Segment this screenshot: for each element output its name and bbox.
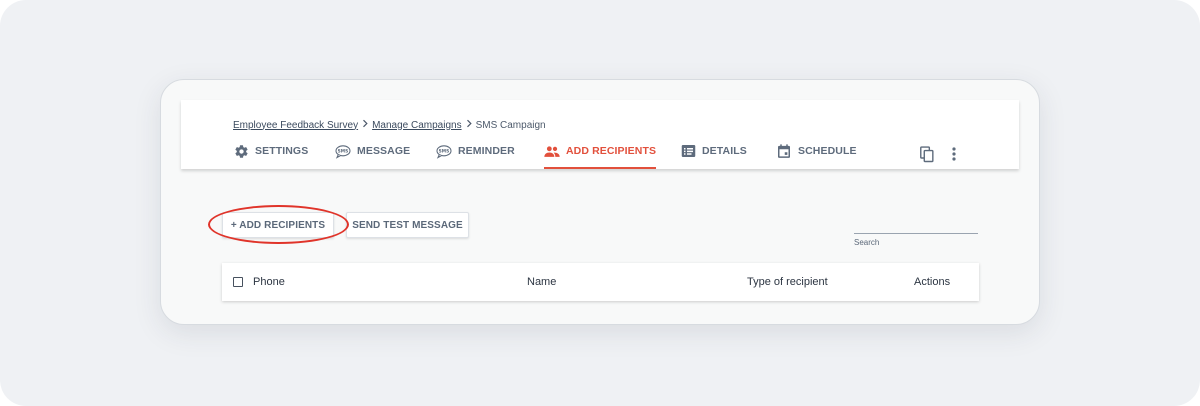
tab-label: SETTINGS [255,145,309,157]
breadcrumb-survey-link[interactable]: Employee Feedback Survey [233,120,358,131]
svg-text:SMS: SMS [338,148,349,154]
column-header-actions: Actions [914,276,951,288]
copy-icon[interactable] [919,145,935,163]
tab-label: SCHEDULE [798,145,857,157]
tab-settings[interactable]: SETTINGS [233,142,308,169]
svg-text:SMS: SMS [439,148,450,154]
sms-bubble-icon: SMS [335,142,351,160]
breadcrumb-campaigns-link[interactable]: Manage Campaigns [372,120,462,131]
chevron-right-icon [462,119,476,131]
calendar-icon [776,142,792,160]
column-header-type[interactable]: Type of recipient [747,263,828,301]
send-test-message-button[interactable]: SEND TEST MESSAGE [346,212,469,238]
tab-details[interactable]: DETAILS [680,142,747,169]
column-header-phone[interactable]: Phone [253,263,285,301]
select-all-checkbox[interactable] [233,277,243,287]
tab-label: REMINDER [458,145,515,157]
search-input[interactable] [854,214,978,234]
more-vertical-icon[interactable] [946,145,962,163]
tab-label: ADD RECIPIENTS [566,145,657,157]
add-recipients-button[interactable]: + ADD RECIPIENTS [222,212,334,238]
gear-icon [233,142,249,160]
list-box-icon [680,142,696,160]
tab-label: MESSAGE [357,145,411,157]
column-header-name[interactable]: Name [527,263,556,301]
tab-schedule[interactable]: SCHEDULE [776,142,857,169]
breadcrumb-current: SMS Campaign [475,119,546,131]
tab-add-recipients[interactable]: ADD RECIPIENTS [544,142,657,169]
tab-label: DETAILS [702,145,747,157]
people-icon [544,142,560,160]
recipients-table-header: Phone Name Type of recipient Actions [222,263,979,301]
tab-reminder[interactable]: SMS REMINDER [436,142,515,169]
tab-message[interactable]: SMS MESSAGE [335,142,410,169]
breadcrumb: Employee Feedback Survey Manage Campaign… [233,118,546,132]
sms-bubble-icon: SMS [436,142,452,160]
chevron-right-icon [358,119,372,131]
search-label: Search [854,238,880,247]
